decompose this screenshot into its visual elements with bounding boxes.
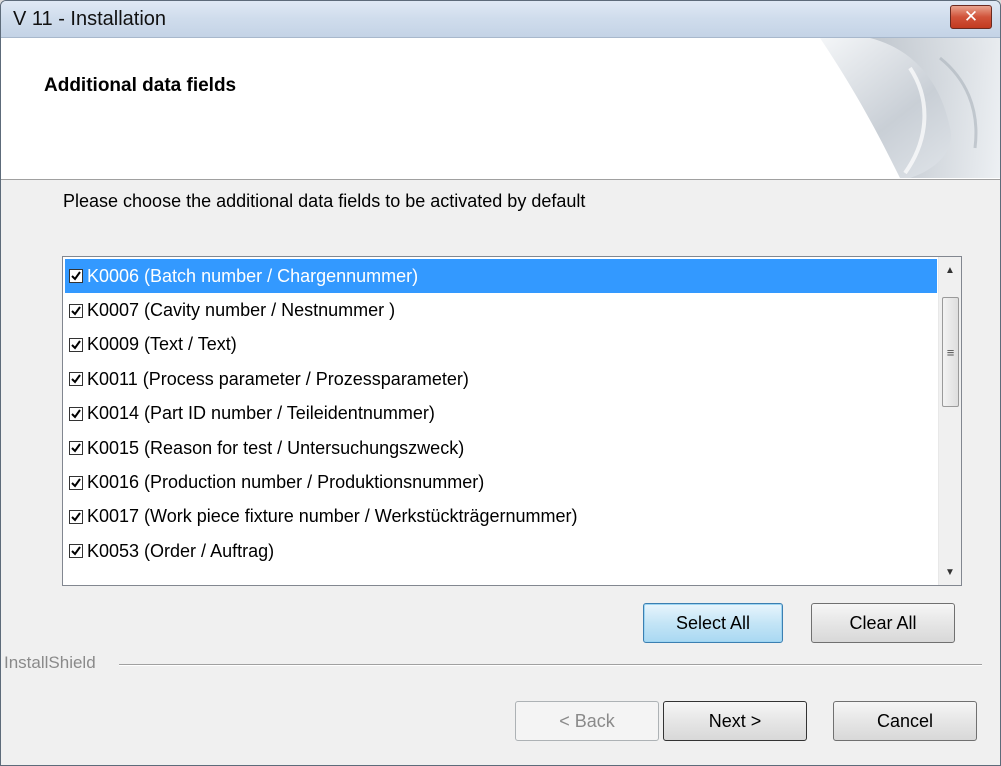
list-item-label: K0007 (Cavity number / Nestnummer ) <box>87 300 396 321</box>
clear-all-button-label: Clear All <box>849 612 917 633</box>
page-title: Additional data fields <box>44 75 237 96</box>
list-item[interactable]: K0014 (Part ID number / Teileidentnummer… <box>65 397 937 431</box>
list-item[interactable]: K0017 (Work piece fixture number / Werks… <box>65 500 937 534</box>
next-button-label: Next > <box>708 710 762 731</box>
next-button[interactable]: Next > <box>663 701 807 741</box>
instruction-text: Please choose the additional data fields… <box>63 191 586 211</box>
checkbox[interactable] <box>69 475 83 490</box>
data-fields-listbox[interactable]: K0006 (Batch number / Chargennummer) K000… <box>62 256 962 586</box>
list-scrollbar[interactable]: ▲ ≡ ▼ <box>938 257 961 585</box>
header-banner-art <box>820 38 1000 178</box>
list-item-label: K0011 (Process parameter / Prozessparame… <box>87 368 469 389</box>
list-item[interactable]: K0006 (Batch number / Chargennummer) <box>65 259 937 294</box>
list-item[interactable]: K0009 (Text / Text) <box>65 328 937 362</box>
checkbox[interactable] <box>69 303 83 318</box>
back-button[interactable]: < Back <box>515 701 659 741</box>
clear-all-button[interactable]: Clear All <box>811 603 955 643</box>
list-item-label: K0009 (Text / Text) <box>87 334 237 355</box>
checkmark-icon <box>71 512 81 522</box>
select-all-button[interactable]: Select All <box>643 603 783 643</box>
list-item[interactable]: K0053 (Order / Auftrag) <box>65 534 937 568</box>
checkmark-icon <box>71 271 81 281</box>
checkbox[interactable] <box>69 441 83 456</box>
list-item[interactable]: K0011 (Process parameter / Prozessparame… <box>65 362 937 396</box>
checkbox[interactable] <box>69 509 83 524</box>
close-icon: ✕ <box>963 7 979 26</box>
back-button-label: < Back <box>559 710 615 731</box>
footer-divider <box>119 664 982 666</box>
list-item-label: K0016 (Production number / Produktionsnu… <box>87 472 485 493</box>
checkmark-icon <box>71 374 81 384</box>
window-title: V 11 - Installation <box>13 8 167 30</box>
checkbox[interactable] <box>69 406 83 421</box>
list-item[interactable]: K0016 (Production number / Produktionsnu… <box>65 465 937 499</box>
scroll-thumb[interactable]: ≡ <box>942 297 959 407</box>
scroll-down-arrow-icon[interactable]: ▼ <box>939 561 961 583</box>
list-item-label: K0015 (Reason for test / Untersuchungszw… <box>87 437 465 458</box>
installshield-brand: InstallShield <box>4 653 96 672</box>
title-bar[interactable]: V 11 - Installation ✕ <box>1 1 1000 38</box>
data-fields-list: K0006 (Batch number / Chargennummer) K000… <box>65 259 937 569</box>
checkbox[interactable] <box>69 269 83 284</box>
list-item-label: K0014 (Part ID number / Teileidentnummer… <box>87 403 435 424</box>
checkbox[interactable] <box>69 337 83 352</box>
scroll-up-arrow-icon[interactable]: ▲ <box>939 259 961 281</box>
checkbox[interactable] <box>69 372 83 387</box>
checkmark-icon <box>71 409 81 419</box>
cancel-button-label: Cancel <box>876 710 934 731</box>
checkbox[interactable] <box>69 544 83 559</box>
checkmark-icon <box>71 443 81 453</box>
checkmark-icon <box>71 477 81 488</box>
checkmark-icon <box>71 305 81 316</box>
cancel-button[interactable]: Cancel <box>833 701 977 741</box>
checkmark-icon <box>71 546 81 556</box>
checkmark-icon <box>71 340 81 350</box>
list-item-label: K0017 (Work piece fixture number / Werks… <box>87 506 578 527</box>
list-item[interactable]: K0015 (Reason for test / Untersuchungszw… <box>65 431 937 465</box>
installer-window: V 11 - Installation ✕ Additional data fi… <box>0 0 1001 766</box>
header-panel: Additional data fields <box>1 38 1000 180</box>
close-button[interactable]: ✕ <box>950 5 992 29</box>
list-item[interactable]: K0007 (Cavity number / Nestnummer ) <box>65 293 937 327</box>
list-item-label: K0053 (Order / Auftrag) <box>87 540 275 561</box>
list-item-label: K0006 (Batch number / Chargennummer) <box>87 265 419 286</box>
select-all-button-label: Select All <box>675 612 751 633</box>
